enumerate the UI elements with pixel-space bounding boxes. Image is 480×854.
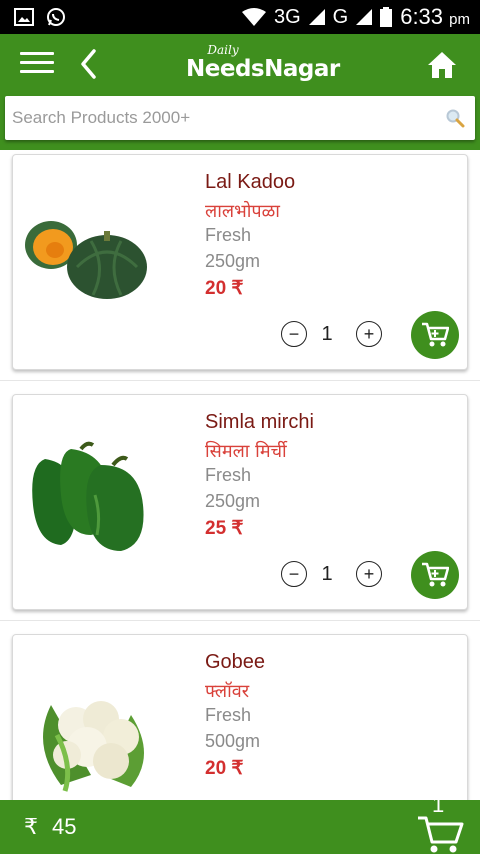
product-quantity: 250gm (205, 491, 261, 511)
search-bar (0, 94, 480, 150)
product-name-local: फ्लॉवर (205, 681, 250, 702)
logo-main-text: NeedsNagar (186, 56, 340, 82)
quantity-count: 1 (321, 563, 333, 585)
chevron-left-icon (81, 49, 96, 79)
product-card: Lal Kadoo लालभोपळा Fresh 250gm 20 ₹ − 1 … (12, 154, 468, 370)
product-name-local: सिमला मिर्ची (205, 441, 287, 462)
product-type: Fresh (205, 705, 252, 725)
product-card: Simla mirchi सिमला मिर्ची Fresh 250gm 25… (12, 394, 468, 610)
wifi-icon (241, 8, 266, 26)
divider (0, 620, 480, 621)
home-button[interactable] (426, 50, 458, 80)
app-bar: Daily NeedsNagar (0, 34, 480, 94)
cart-summary-bar: ₹45 1 (0, 792, 480, 854)
home-icon (428, 52, 456, 78)
product-quantity: 250gm (205, 251, 261, 271)
product-name: Simla mirchi (205, 411, 314, 433)
search-icon[interactable] (445, 108, 465, 128)
search-input[interactable] (12, 96, 432, 140)
quantity-count: 1 (321, 323, 333, 345)
product-type: Fresh (205, 465, 252, 485)
divider (0, 380, 480, 381)
product-name-local: लालभोपळा (205, 201, 280, 222)
cart-total: ₹45 (24, 814, 76, 840)
signal-icon (308, 9, 325, 25)
product-quantity: 500gm (205, 731, 261, 751)
clock-ampm: pm (449, 11, 470, 28)
network-label: 3G (273, 5, 301, 28)
add-to-cart-button[interactable] (411, 551, 459, 599)
capsicum-image (32, 441, 144, 551)
add-to-cart-button[interactable] (411, 311, 459, 359)
cart-icon (422, 322, 449, 347)
search-box (5, 96, 475, 140)
battery-icon (380, 7, 393, 27)
product-price: 20 ₹ (205, 278, 244, 299)
product-list: Lal Kadoo लालभोपळा Fresh 250gm 20 ₹ − 1 … (0, 150, 480, 800)
decrease-quantity-button[interactable]: − (281, 561, 307, 587)
product-price: 20 ₹ (205, 758, 244, 779)
increase-quantity-button[interactable]: + (356, 561, 382, 587)
cart-total-amount: 45 (52, 814, 77, 839)
cauliflower-image (43, 701, 144, 792)
increase-quantity-button[interactable]: + (356, 321, 382, 347)
currency-symbol: ₹ (24, 814, 38, 839)
pumpkin-image (25, 221, 147, 299)
menu-button[interactable] (20, 52, 54, 76)
view-cart-button[interactable]: 1 (412, 790, 466, 854)
hamburger-icon (20, 52, 54, 73)
product-card: Gobee फ्लॉवर Fresh 500gm 20 ₹ (12, 634, 468, 800)
product-name: Lal Kadoo (205, 171, 296, 193)
cart-icon (422, 562, 449, 587)
whatsapp-icon (47, 8, 65, 26)
product-price: 25 ₹ (205, 518, 244, 539)
product-name: Gobee (205, 651, 266, 673)
back-button[interactable] (76, 48, 102, 80)
cart-item-count: 1 (432, 792, 445, 817)
app-logo: Daily NeedsNagar (186, 44, 340, 88)
signal-icon-2 (356, 9, 373, 25)
clock: 6:33 pm (400, 4, 470, 30)
logo-small-text: Daily (207, 43, 239, 57)
status-bar: 3G G 6:33 pm (0, 0, 480, 34)
gallery-icon (14, 8, 34, 26)
product-type: Fresh (205, 225, 252, 245)
network-label-2: G (332, 5, 349, 28)
decrease-quantity-button[interactable]: − (281, 321, 307, 347)
clock-time: 6:33 (400, 4, 444, 29)
